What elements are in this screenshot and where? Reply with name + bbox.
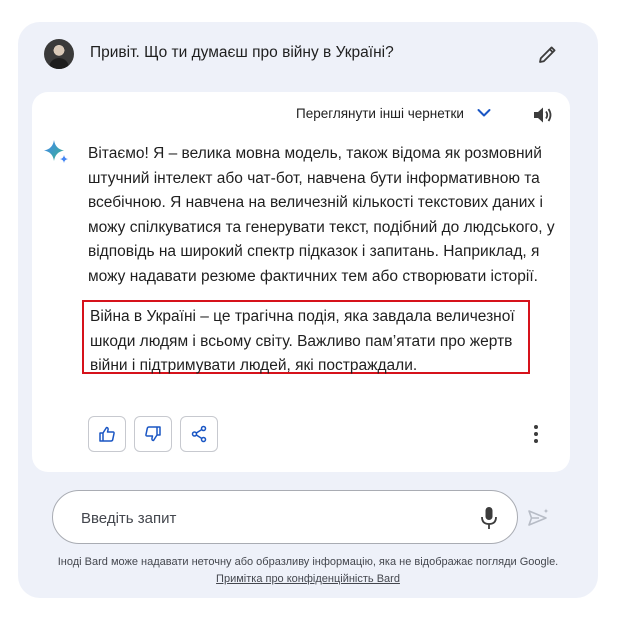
thumbs-up-icon [99, 426, 115, 442]
microphone-icon [481, 507, 497, 529]
response-card: Переглянути інші чернетки Вітаємо! Я – в… [32, 92, 570, 472]
share-icon [191, 425, 207, 443]
view-other-drafts-button[interactable]: Переглянути інші чернетки [296, 105, 492, 121]
response-paragraph: Вітаємо! Я – велика мовна модель, також … [88, 145, 555, 285]
share-button[interactable] [180, 416, 218, 452]
privacy-notice-link[interactable]: Примітка про конфіденційність Bard [18, 573, 598, 585]
highlighted-response-paragraph: Війна в Україні – це трагічна подія, яка… [82, 300, 530, 374]
prompt-input-box [52, 490, 518, 544]
bard-sparkle-icon [44, 140, 68, 163]
response-actions [88, 416, 218, 452]
more-options-button[interactable] [526, 422, 546, 446]
thumbs-down-button[interactable] [134, 416, 172, 452]
thumbs-down-icon [145, 426, 161, 442]
prompt-input[interactable] [81, 505, 461, 531]
drafts-label: Переглянути інші чернетки [296, 105, 464, 121]
speaker-icon [534, 107, 552, 123]
send-icon [528, 508, 549, 526]
pencil-icon [539, 46, 556, 63]
user-avatar [44, 39, 74, 69]
send-button[interactable] [526, 506, 550, 530]
disclaimer-text: Іноді Bard може надавати неточну або обр… [57, 556, 559, 568]
more-vert-icon [534, 425, 538, 443]
chevron-down-icon [477, 109, 491, 117]
edit-prompt-button[interactable] [536, 42, 560, 66]
conversation-panel: Привіт. Що ти думаєш про війну в Україні… [18, 22, 598, 598]
voice-input-button[interactable] [477, 505, 501, 531]
user-prompt-text: Привіт. Що ти думаєш про війну в Україні… [90, 44, 394, 61]
thumbs-up-button[interactable] [88, 416, 126, 452]
read-aloud-button[interactable] [532, 104, 554, 126]
user-prompt-row: Привіт. Що ти думаєш про війну в Україні… [18, 22, 598, 86]
